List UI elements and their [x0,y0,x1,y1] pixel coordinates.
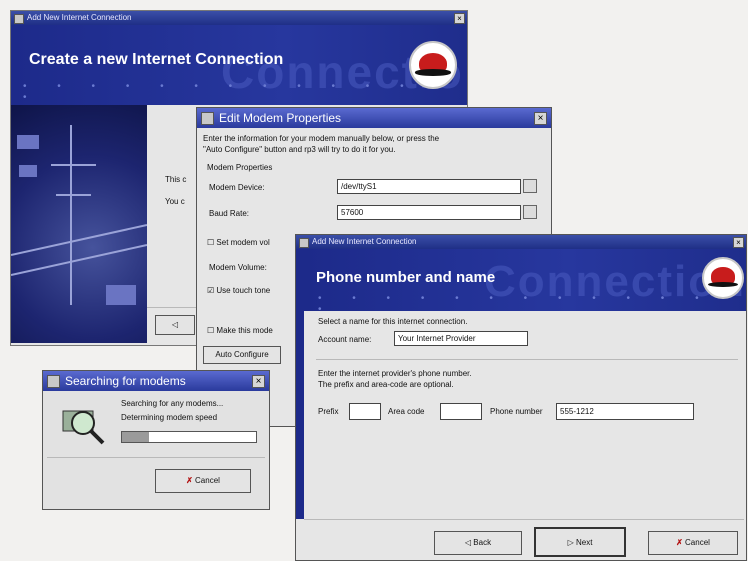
modem-device-dropdown[interactable] [523,179,537,193]
select-name-text: Select a name for this internet connecti… [318,317,468,326]
close-icon[interactable]: × [252,375,265,388]
network-illustration [10,105,148,343]
next-button[interactable]: ▷ Next [534,527,626,557]
window-menu-icon[interactable] [201,112,214,125]
create-connection-heading: Create a new Internet Connection [29,51,284,68]
cancel-x-icon: ✗ [186,476,193,485]
edit-modem-titlebar[interactable]: Edit Modem Properties × [197,108,551,128]
make-default-label: Make this mode [216,326,273,335]
next-label: Next [575,538,593,547]
cancel-x-icon: ✗ [676,538,683,547]
create-connection-title: Add New Internet Connection [27,13,132,22]
search-modems-window: Searching for modems × Searching for any… [42,370,270,510]
prefix-label: Prefix [318,407,339,416]
modem-device-field[interactable]: /dev/ttyS1 [337,179,521,194]
baud-rate-dropdown[interactable] [523,205,537,219]
baud-rate-label: Baud Rate: [209,209,250,218]
left-accent-bar [296,249,304,519]
search-cancel-button[interactable]: ✗ Cancel [155,469,251,493]
partial-text-2: You c [165,197,185,206]
search-separator [47,457,265,458]
area-code-field[interactable] [440,403,482,420]
auto-configure-button[interactable]: Auto Configure [203,346,281,364]
checkbox-checked-icon[interactable]: ☑ [207,286,214,295]
create-connection-banner: Connection • • • • • • • • • • • • • • C… [11,25,467,105]
search-status-1: Searching for any modems... [121,399,224,408]
tower-graphic [10,125,148,305]
modem-device-label: Modem Device: [209,183,265,192]
modem-properties-group-label: Modem Properties [207,163,273,172]
checkbox-icon[interactable]: ☐ [207,238,214,247]
phone-number-titlebar[interactable]: Add New Internet Connection × [296,235,746,249]
phone-number-window: Add New Internet Connection × Connection… [295,234,747,561]
account-name-label: Account name: [318,335,372,344]
checkbox-icon[interactable]: ☐ [207,326,214,335]
set-volume-checkbox[interactable]: ☐ Set modem vol [207,238,270,247]
phone-info-line-1: Enter the internet provider's phone numb… [318,369,472,378]
phone-separator-1 [316,359,738,360]
edit-modem-title: Edit Modem Properties [219,111,342,125]
phone-number-label: Phone number [490,407,543,416]
touch-tone-label: Use touch tone [216,286,271,295]
close-icon[interactable]: × [733,237,744,248]
touch-tone-checkbox[interactable]: ☑ Use touch tone [207,286,270,295]
search-modems-titlebar[interactable]: Searching for modems × [43,371,269,391]
banner-dots: • • • • • • • • • • • • • • [23,81,452,103]
phone-cancel-button[interactable]: ✗ Cancel [648,531,738,555]
phone-cancel-label: Cancel [685,538,710,547]
banner-dots: • • • • • • • • • • • • • [318,293,713,311]
window-menu-icon[interactable] [14,14,24,24]
search-modems-title: Searching for modems [65,374,186,388]
search-progress-bar [121,431,257,443]
create-connection-titlebar[interactable]: Add New Internet Connection × [11,11,467,25]
window-menu-icon[interactable] [47,375,60,388]
phone-separator-2 [304,519,744,520]
redhat-logo-icon [702,257,744,299]
back-arrow-icon: ◁ [464,538,472,547]
partial-text-1: This c [165,175,187,184]
close-icon[interactable]: × [454,13,465,24]
phone-banner: Connection • • • • • • • • • • • • • Pho… [304,249,746,311]
magnifier-modem-icon [62,410,105,445]
set-volume-label: Set modem vol [216,238,270,247]
search-cancel-label: Cancel [195,476,220,485]
phone-info-line-2: The prefix and area-code are optional. [318,380,454,389]
phone-number-field[interactable]: 555-1212 [556,403,694,420]
modem-intro-line-1: Enter the information for your modem man… [203,134,440,143]
close-icon[interactable]: × [534,112,547,125]
back-button-partial[interactable]: ◁ [155,315,195,335]
back-button[interactable]: ◁ Back [434,531,522,555]
search-status-2: Determining modem speed [121,413,218,422]
baud-rate-field[interactable]: 57600 [337,205,521,220]
redhat-logo-icon [409,41,457,89]
account-name-field[interactable]: Your Internet Provider [394,331,528,346]
prefix-field[interactable] [349,403,381,420]
modem-intro-line-2: "Auto Configure" button and rp3 will try… [203,145,396,154]
back-label: Back [473,538,492,547]
search-progress-fill [122,432,149,442]
next-arrow-icon: ▷ [567,538,574,547]
modem-volume-label: Modem Volume: [209,263,267,272]
window-menu-icon[interactable] [299,238,309,248]
area-code-label: Area code [388,407,425,416]
phone-number-title: Add New Internet Connection [312,237,417,246]
phone-heading: Phone number and name [316,269,496,286]
make-default-checkbox[interactable]: ☐ Make this mode [207,326,273,335]
